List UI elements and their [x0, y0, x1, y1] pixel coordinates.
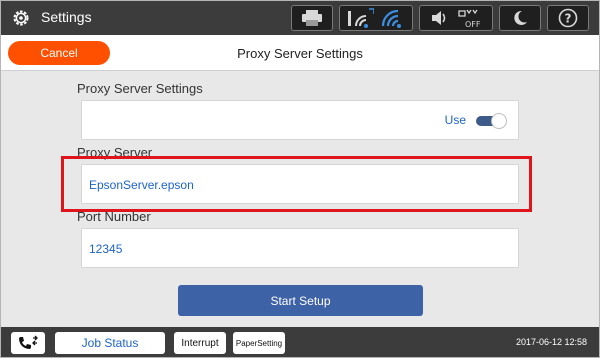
- help-icon: ?: [558, 8, 578, 28]
- printer-icon: [302, 10, 322, 26]
- wifi-icon: [381, 9, 401, 28]
- paper-setting-button[interactable]: PaperSetting: [233, 332, 285, 354]
- sleep-icon: [514, 10, 527, 25]
- datetime: 2017-06-12 12:58: [515, 337, 587, 347]
- port-number-field[interactable]: 12345: [81, 228, 519, 268]
- svg-text:OFF: OFF: [465, 20, 481, 29]
- printer-panel: Settings OFF ? Cancel Proxy Server Setti…: [0, 0, 600, 358]
- proxy-use-row[interactable]: Use: [81, 100, 519, 140]
- top-status-bar: Settings OFF ?: [1, 1, 599, 35]
- quiet-off-icon: OFF: [458, 9, 481, 29]
- start-setup-button[interactable]: Start Setup: [178, 285, 423, 316]
- page-title: Proxy Server Settings: [237, 46, 363, 61]
- svg-text:?: ?: [565, 12, 572, 26]
- help-button[interactable]: ?: [547, 5, 589, 31]
- volume-icon: [432, 11, 446, 25]
- job-status-button[interactable]: Job Status: [55, 332, 165, 354]
- sleep-button[interactable]: [499, 5, 541, 31]
- fax-call-button[interactable]: [11, 332, 45, 354]
- use-toggle[interactable]: [476, 113, 507, 129]
- gear-icon: [13, 10, 29, 26]
- network-status-button[interactable]: [339, 5, 413, 31]
- phone-icon: [19, 335, 38, 349]
- port-number-label: Port Number: [77, 209, 151, 224]
- bottom-bar: Job Status Interrupt PaperSetting 2017-0…: [1, 327, 599, 357]
- app-title: Settings: [41, 9, 92, 25]
- proxy-settings-label: Proxy Server Settings: [77, 81, 203, 96]
- wifi-direct-icon: [348, 8, 374, 28]
- sound-status-button[interactable]: OFF: [419, 5, 493, 31]
- port-number-value: 12345: [89, 242, 123, 256]
- settings-content: Proxy Server Settings Use Proxy Server E…: [1, 71, 599, 327]
- toggle-knob: [491, 113, 507, 129]
- interrupt-button[interactable]: Interrupt: [174, 332, 226, 354]
- page-header: Cancel Proxy Server Settings: [1, 35, 599, 71]
- use-label: Use: [444, 113, 466, 127]
- printer-status-button[interactable]: [291, 5, 333, 31]
- highlight-box: [61, 156, 532, 212]
